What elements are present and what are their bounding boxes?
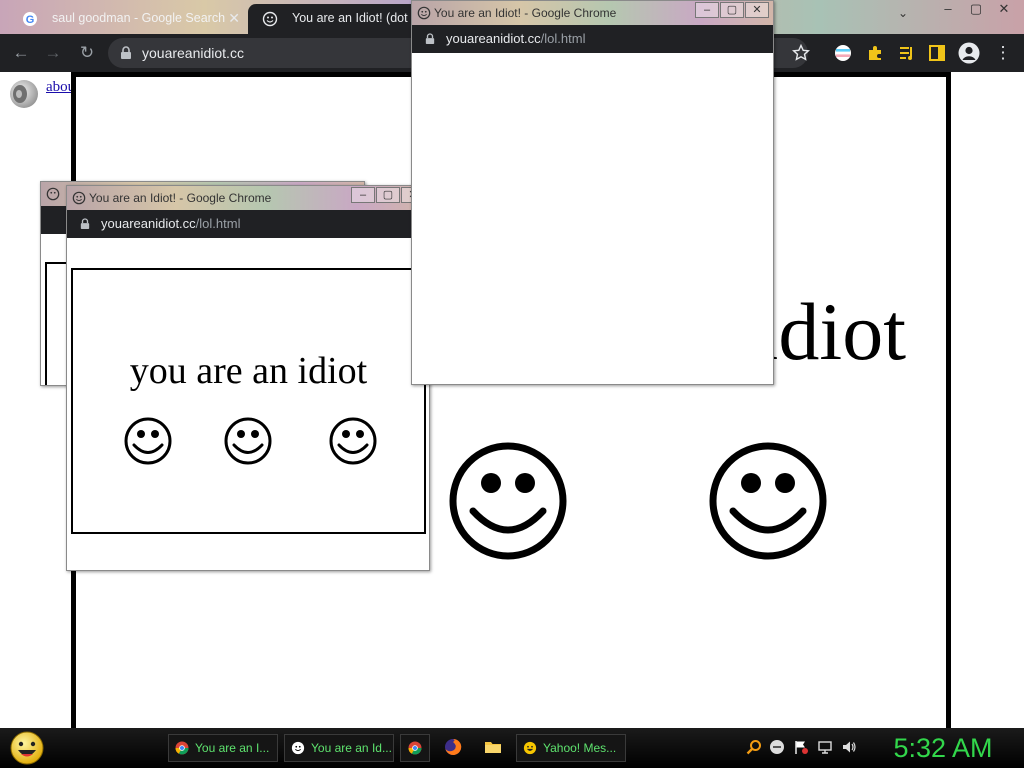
smiley-icon bbox=[262, 11, 278, 27]
smiley-icon bbox=[124, 417, 172, 465]
window-controls: – ▢ ✕ bbox=[934, 0, 1018, 22]
url-text: youareanidiot.cc bbox=[142, 45, 244, 61]
minimize-icon[interactable]: – bbox=[695, 2, 719, 18]
popup-title-bar[interactable]: You are an Idiot! - Google Chrome –▢✕ bbox=[412, 1, 773, 25]
chrome-icon bbox=[175, 741, 189, 755]
tab-google-search[interactable]: G saul goodman - Google Search ✕ bbox=[8, 4, 248, 34]
speaker-icon[interactable] bbox=[6, 78, 40, 110]
close-icon[interactable]: ✕ bbox=[745, 2, 769, 18]
firefox-icon[interactable] bbox=[444, 738, 462, 756]
side-panel-icon[interactable] bbox=[928, 44, 946, 62]
tab-search-chevron-icon[interactable]: ⌄ bbox=[898, 6, 908, 20]
yahoo-messenger-icon bbox=[523, 741, 537, 755]
maximize-icon[interactable]: ▢ bbox=[720, 2, 744, 18]
popup-title-bar[interactable]: You are an Idiot! - Google Chrome –▢✕ bbox=[67, 186, 429, 210]
network-icon[interactable] bbox=[817, 739, 833, 755]
smiley-icon bbox=[709, 442, 827, 560]
start-smiley-icon[interactable] bbox=[8, 730, 46, 766]
popup-address-bar[interactable]: youareanidiot.cc/lol.html bbox=[412, 25, 773, 53]
popup-idiot-stage: you are an idiot bbox=[71, 268, 426, 534]
taskbar-item-yahoo-messenger[interactable]: Yahoo! Mes... bbox=[516, 734, 626, 762]
folder-icon[interactable] bbox=[484, 738, 502, 756]
svg-text:G: G bbox=[26, 14, 35, 26]
action-center-flag-icon[interactable] bbox=[793, 739, 809, 755]
taskbar-item-chrome-2[interactable] bbox=[400, 734, 430, 762]
popup-headline: you are an idiot bbox=[129, 350, 368, 392]
reload-icon[interactable]: ↻ bbox=[76, 42, 98, 64]
smiley-icon bbox=[449, 442, 567, 560]
tab-title: saul goodman - Google Search bbox=[52, 11, 226, 25]
popup-title: You are an Idiot! - Google Chrome bbox=[434, 6, 617, 20]
smiley-icon bbox=[291, 741, 305, 755]
profile-avatar-icon[interactable] bbox=[958, 42, 980, 64]
lock-icon bbox=[121, 46, 131, 59]
close-icon[interactable]: ✕ bbox=[990, 0, 1018, 18]
smiley-icon bbox=[224, 417, 272, 465]
minimize-icon[interactable]: – bbox=[351, 187, 375, 203]
taskbar-item-chrome-1[interactable]: You are an I... bbox=[168, 734, 278, 762]
popup-page: you are an idiot bbox=[67, 238, 429, 570]
taskbar: You are an I... You are an Id... Yahoo! … bbox=[0, 728, 1024, 768]
maximize-icon[interactable]: ▢ bbox=[962, 0, 990, 18]
smiley-icon bbox=[417, 6, 431, 20]
chrome-icon bbox=[408, 741, 422, 755]
back-arrow-icon[interactable]: ← bbox=[10, 42, 32, 64]
minimize-icon[interactable]: – bbox=[934, 0, 962, 18]
popup-page bbox=[412, 53, 773, 384]
extensions-puzzle-icon[interactable] bbox=[866, 44, 884, 62]
forward-arrow-icon[interactable]: → bbox=[42, 42, 64, 64]
popup-window-front[interactable]: You are an Idiot! - Google Chrome –▢✕ yo… bbox=[66, 185, 430, 571]
smiley-icon bbox=[72, 191, 86, 205]
smiley-icon bbox=[329, 417, 377, 465]
messenger-tray-icon[interactable] bbox=[769, 739, 785, 755]
popup-address-bar[interactable]: youareanidiot.cc/lol.html bbox=[67, 210, 429, 238]
media-queue-icon[interactable] bbox=[898, 44, 916, 62]
smiley-icon bbox=[46, 187, 60, 201]
popup-title: You are an Idiot! - Google Chrome bbox=[89, 191, 272, 205]
popup-url: youareanidiot.cc/lol.html bbox=[446, 31, 586, 46]
browser-menu-icon[interactable]: ⋮ bbox=[992, 42, 1014, 64]
taskbar-clock[interactable]: 5:32 AM bbox=[870, 728, 1016, 768]
maximize-icon[interactable]: ▢ bbox=[376, 187, 400, 203]
flag-extension-icon[interactable] bbox=[834, 44, 852, 62]
close-tab-icon[interactable]: ✕ bbox=[228, 4, 240, 32]
bookmark-star-icon[interactable] bbox=[792, 44, 810, 62]
lock-icon bbox=[425, 33, 435, 44]
taskbar-item-idiot[interactable]: You are an Id... bbox=[284, 734, 394, 762]
popup-url: youareanidiot.cc/lol.html bbox=[101, 216, 241, 231]
popup-window-controls: –▢✕ bbox=[694, 2, 769, 18]
google-icon: G bbox=[23, 12, 37, 26]
volume-icon[interactable] bbox=[841, 739, 857, 755]
search-icon[interactable] bbox=[746, 739, 762, 755]
tab-you-are-an-idiot[interactable]: You are an Idiot! (dot com) bbox=[248, 4, 438, 34]
popup-window-right[interactable]: You are an Idiot! - Google Chrome – ▢ ✕ yo… bbox=[411, 0, 774, 385]
lock-icon bbox=[80, 218, 90, 229]
